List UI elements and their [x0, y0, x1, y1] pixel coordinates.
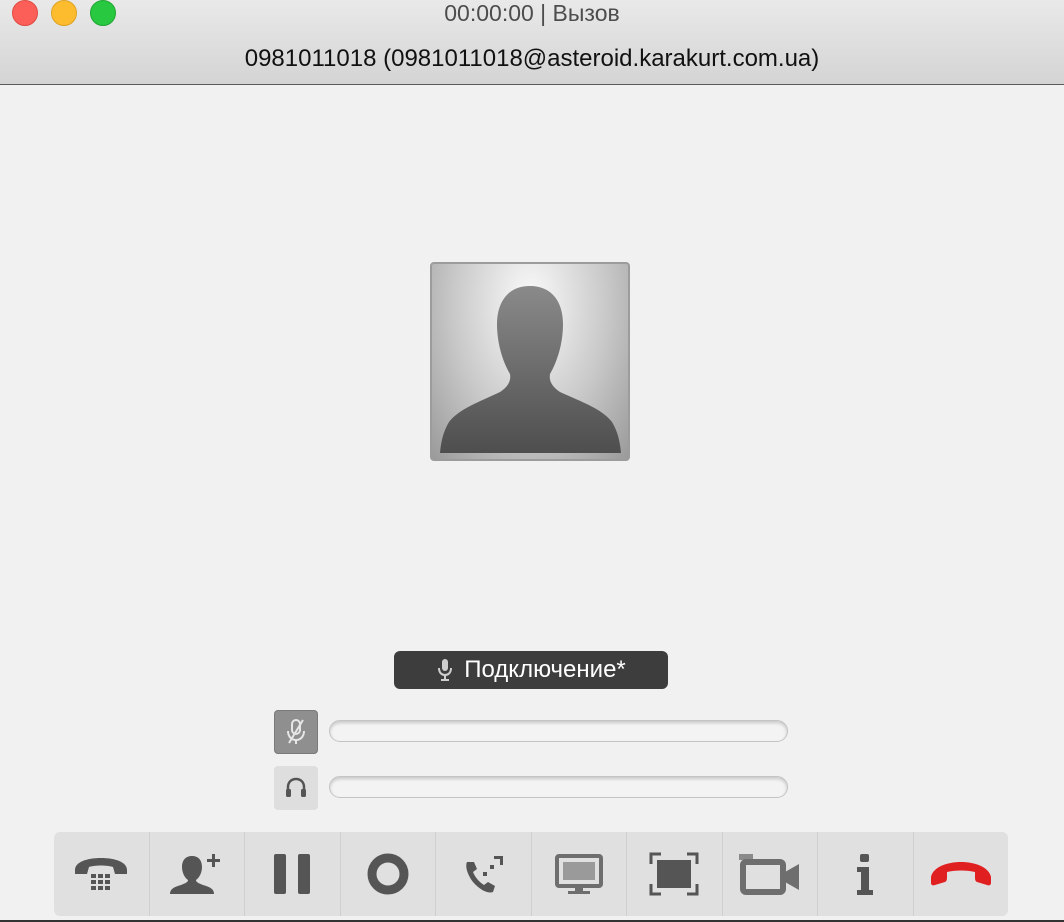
call-toolbar	[54, 832, 1008, 916]
speaker-button[interactable]	[274, 766, 318, 810]
info-button[interactable]	[818, 832, 914, 916]
call-transfer-icon	[466, 856, 504, 893]
fullscreen-icon	[649, 852, 699, 896]
hangup-button[interactable]	[914, 832, 1009, 916]
microphone-muted-icon	[287, 719, 305, 744]
dialpad-phone-icon	[75, 858, 128, 890]
hang-up-icon	[930, 862, 991, 886]
title-bar: 00:00:00 | Вызов 0981011018 (0981011018@…	[0, 0, 1064, 85]
microphone-level-row	[274, 710, 794, 754]
transfer-button[interactable]	[436, 832, 532, 916]
speaker-level-row	[274, 766, 794, 810]
contact-avatar	[430, 262, 630, 461]
hold-button[interactable]	[245, 832, 341, 916]
remote-party-label: 0981011018 (0981011018@asteroid.karakurt…	[244, 45, 820, 72]
add-user-icon	[169, 854, 220, 894]
person-silhouette-icon	[440, 286, 621, 453]
video-button[interactable]	[723, 832, 818, 916]
screen-share-button[interactable]	[532, 832, 627, 916]
record-icon	[367, 853, 409, 895]
pause-icon	[274, 854, 311, 894]
info-icon	[857, 854, 874, 895]
call-status-text: Подключение*	[464, 656, 626, 683]
microphone-level-bar	[329, 720, 788, 742]
microphone-mute-button[interactable]	[274, 710, 318, 754]
microphone-icon	[436, 657, 454, 683]
call-status-badge: Подключение*	[394, 651, 668, 689]
video-camera-icon	[738, 854, 799, 895]
speaker-level-bar	[329, 776, 788, 798]
record-button[interactable]	[341, 832, 436, 916]
dialpad-button[interactable]	[54, 832, 150, 916]
window-title: 00:00:00 | Вызов	[444, 0, 620, 26]
headphones-icon	[286, 777, 306, 797]
fullscreen-button[interactable]	[627, 832, 723, 916]
screen-share-icon	[554, 854, 603, 894]
add-participant-button[interactable]	[150, 832, 245, 916]
